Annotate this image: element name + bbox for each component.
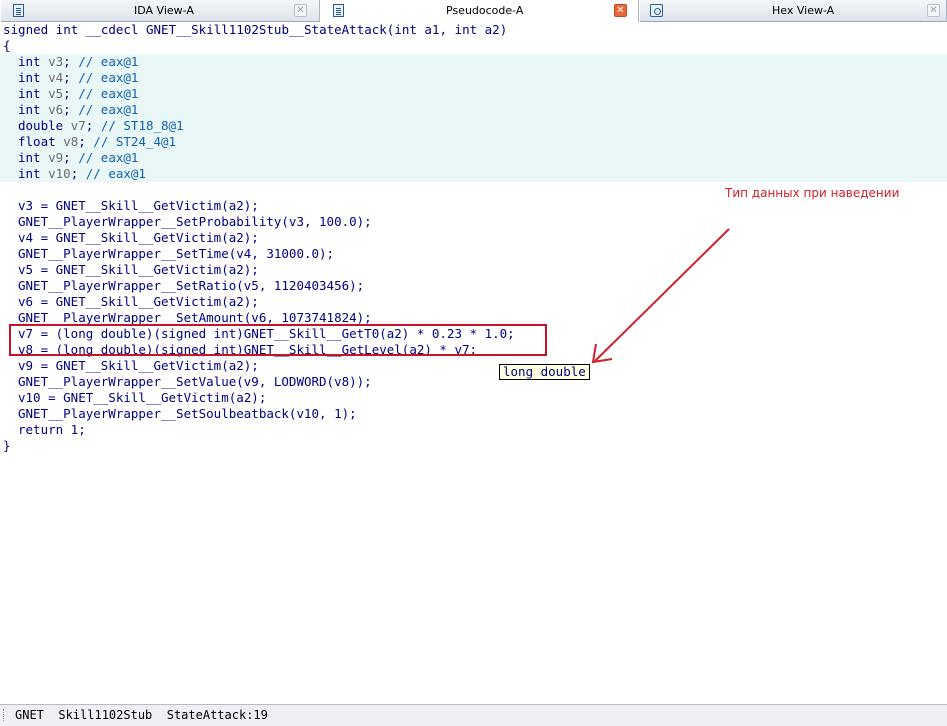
decl-comment: // ST18_8@1	[100, 118, 184, 133]
close-icon[interactable]: ✕	[927, 4, 940, 17]
decl-type: int	[18, 70, 41, 85]
decl-variable[interactable]: v3	[48, 54, 63, 69]
code-line[interactable]: GNET__PlayerWrapper__SetRatio(v5, 112040…	[3, 278, 364, 294]
decl-type: int	[18, 102, 41, 117]
code-line[interactable]: v5 = GNET__Skill__GetVictim(a2);	[3, 262, 259, 278]
close-icon[interactable]: ✕	[294, 4, 307, 17]
declaration-line[interactable]: float v8; // ST24_4@1	[3, 134, 176, 150]
function-signature[interactable]: signed int __cdecl GNET__Skill1102Stub__…	[3, 22, 507, 38]
grip-icon	[3, 709, 8, 721]
code-line[interactable]: v4 = GNET__Skill__GetVictim(a2);	[3, 230, 259, 246]
decl-comment: // eax@1	[78, 102, 139, 117]
decl-variable[interactable]: v8	[63, 134, 78, 149]
status-bar: GNET Skill1102Stub StateAttack:19	[0, 704, 947, 726]
declaration-line[interactable]: int v4; // eax@1	[3, 70, 138, 86]
code-line[interactable]: GNET__PlayerWrapper__SetSoulbeatback(v10…	[3, 406, 357, 422]
code-line[interactable]: GNET__PlayerWrapper__SetTime(v4, 31000.0…	[3, 246, 334, 262]
code-line[interactable]: v6 = GNET__Skill__GetVictim(a2);	[3, 294, 259, 310]
decl-comment: // eax@1	[78, 54, 139, 69]
decl-variable[interactable]: v6	[48, 102, 63, 117]
code-line[interactable]: v9 = GNET__Skill__GetVictim(a2);	[3, 358, 259, 374]
tab-ida-view-a[interactable]: IDA View-A ✕	[0, 0, 320, 22]
decl-type: float	[18, 134, 56, 149]
declaration-line[interactable]: int v5; // eax@1	[3, 86, 138, 102]
decl-variable[interactable]: v4	[48, 70, 63, 85]
code-line[interactable]: v10 = GNET__Skill__GetVictim(a2);	[3, 390, 266, 406]
declaration-line[interactable]: int v3; // eax@1	[3, 54, 138, 70]
tab-bar: IDA View-A ✕ Pseudocode-A ✕ Hex View-A ✕	[0, 0, 947, 23]
disassembly-icon	[13, 4, 24, 17]
decl-type: int	[18, 54, 41, 69]
open-brace: {	[3, 38, 11, 53]
code-line[interactable]: v3 = GNET__Skill__GetVictim(a2);	[3, 198, 259, 214]
tab-hex-view-a[interactable]: Hex View-A ✕	[639, 0, 947, 22]
code-line[interactable]: return 1;	[3, 422, 86, 438]
decl-comment: // eax@1	[78, 150, 139, 165]
type-tooltip: long double	[499, 364, 590, 380]
tab-pseudocode-a[interactable]: Pseudocode-A ✕	[320, 0, 639, 23]
decl-variable[interactable]: v9	[48, 150, 63, 165]
decl-variable[interactable]: v10	[48, 166, 71, 181]
highlight-box	[9, 324, 547, 356]
hex-view-icon	[650, 4, 663, 17]
decl-comment: // eax@1	[78, 86, 139, 101]
close-brace: }	[3, 438, 11, 453]
declaration-line[interactable]: int v6; // eax@1	[3, 102, 138, 118]
pseudocode-icon	[333, 4, 344, 17]
code-line[interactable]: GNET__PlayerWrapper__SetValue(v9, LODWOR…	[3, 374, 372, 390]
decl-type: int	[18, 86, 41, 101]
decl-type: int	[18, 150, 41, 165]
decl-variable[interactable]: v5	[48, 86, 63, 101]
close-icon[interactable]: ✕	[614, 4, 627, 17]
decl-comment: // ST24_4@1	[93, 134, 177, 149]
decl-type: int	[18, 166, 41, 181]
decl-comment: // eax@1	[78, 70, 139, 85]
pseudocode-view[interactable]: signed int __cdecl GNET__Skill1102Stub__…	[0, 22, 947, 704]
tab-label: IDA View-A	[134, 4, 194, 17]
declaration-line[interactable]: int v10; // eax@1	[3, 166, 146, 182]
decl-variable[interactable]: v7	[71, 118, 86, 133]
declaration-line[interactable]: int v9; // eax@1	[3, 150, 138, 166]
declaration-line[interactable]: double v7; // ST18_8@1	[3, 118, 184, 134]
annotation-label: Тип данных при наведении	[725, 186, 900, 200]
code-line[interactable]: GNET__PlayerWrapper__SetProbability(v3, …	[3, 214, 372, 230]
tab-label: Pseudocode-A	[446, 4, 524, 17]
decl-type: double	[18, 118, 64, 133]
status-location: GNET Skill1102Stub StateAttack:19	[15, 708, 268, 722]
decl-comment: // eax@1	[85, 166, 146, 181]
tab-label: Hex View-A	[772, 4, 835, 17]
